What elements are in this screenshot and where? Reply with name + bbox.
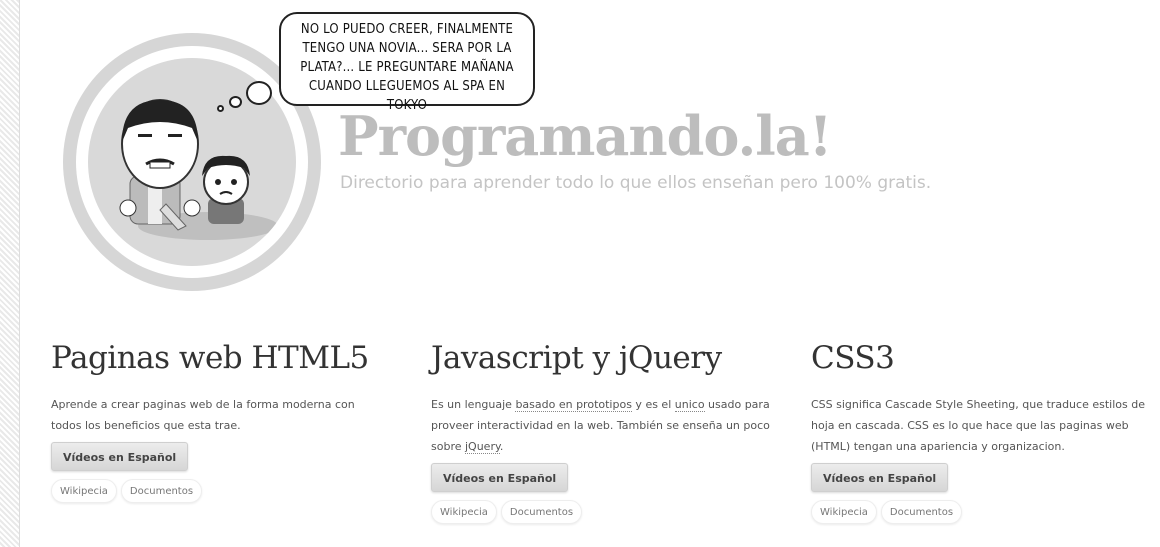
section-javascript: Javascript y jQuery Es un lenguaje basad…	[431, 340, 770, 524]
videos-button[interactable]: Vídeos en Español	[431, 463, 569, 492]
left-stripe-border	[0, 0, 20, 547]
unico-link[interactable]: unico	[674, 398, 705, 412]
documents-link[interactable]: Documentos	[120, 479, 203, 503]
section-heading: Paginas web HTML5	[51, 340, 369, 376]
videos-button[interactable]: Vídeos en Español	[811, 463, 949, 492]
wikipedia-link[interactable]: Wikipecia	[431, 500, 497, 524]
wikipedia-link[interactable]: Wikipecia	[811, 500, 877, 524]
documents-link[interactable]: Documentos	[500, 500, 583, 524]
jquery-link[interactable]: jQuery	[465, 440, 500, 454]
section-links: Wikipecia Documentos	[51, 479, 381, 503]
speech-line: TENGO UNA NOVIA... SERA POR LA	[302, 41, 512, 56]
documents-link[interactable]: Documentos	[880, 500, 963, 524]
section-links: Wikipecia Documentos	[811, 500, 1160, 524]
section-links: Wikipecia Documentos	[431, 500, 761, 524]
videos-button[interactable]: Vídeos en Español	[51, 442, 189, 471]
section-description: Es un lenguaje basado en prototipos y es…	[431, 398, 770, 454]
prototype-link[interactable]: basado en prototipos	[515, 398, 632, 412]
speech-line: NO LO PUEDO CREER, FINALMENTE	[300, 22, 514, 37]
section-heading: CSS3	[811, 340, 895, 376]
speech-line: PLATA?... LE PREGUNTARE MAÑANA	[300, 60, 514, 75]
section-description: CSS significa Cascade Style Sheeting, qu…	[811, 398, 1145, 453]
site-title[interactable]: Programando.la!	[338, 104, 832, 168]
thought-dot-medium	[229, 96, 242, 108]
site-subtitle: Directorio para aprender todo lo que ell…	[340, 173, 932, 193]
section-css3: CSS3 CSS significa Cascade Style Sheetin…	[811, 340, 1160, 524]
speech-bubble: NO LO PUEDO CREER, FINALMENTE TENGO UNA …	[279, 12, 535, 113]
wikipedia-link[interactable]: Wikipecia	[51, 479, 117, 503]
thought-dot-large	[246, 81, 272, 105]
section-heading: Javascript y jQuery	[431, 340, 722, 376]
section-description: Aprende a crear paginas web de la forma …	[51, 398, 355, 432]
thought-dot-small	[217, 105, 224, 112]
section-html5: Paginas web HTML5 Aprende a crear pagina…	[51, 340, 381, 503]
